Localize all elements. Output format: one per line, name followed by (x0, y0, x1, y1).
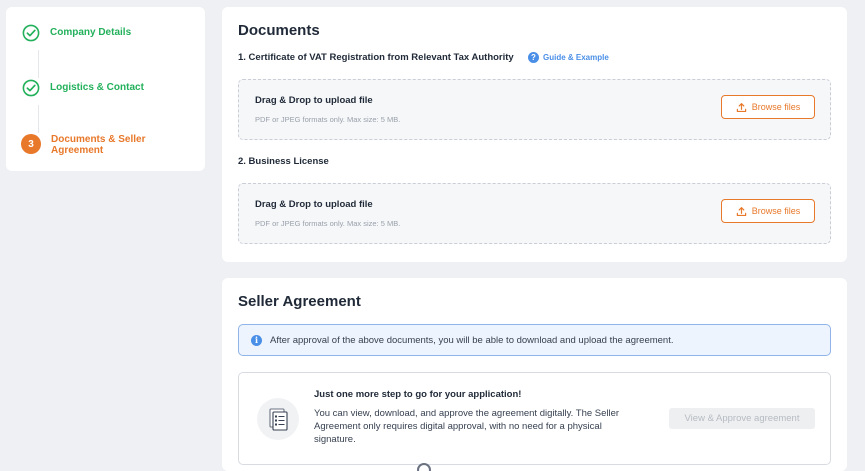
browse-files-button[interactable]: Browse files (721, 95, 815, 119)
browse-files-label: Browse files (751, 206, 801, 216)
step-company-details[interactable]: Company Details (22, 24, 131, 42)
scroll-indicator[interactable] (417, 463, 431, 471)
dropzone-title: Drag & Drop to upload file (255, 95, 373, 106)
dropzone-hint: PDF or JPEG formats only. Max size: 5 MB… (255, 115, 401, 124)
progress-stepper: Company Details Logistics & Contact 3 Do… (6, 7, 205, 171)
step-documents-agreement[interactable]: 3 Documents & Seller Agreement (21, 134, 161, 156)
info-icon: i (251, 334, 262, 346)
browse-files-label: Browse files (751, 102, 801, 112)
step-connector (38, 50, 39, 78)
guide-example-link[interactable]: ? Guide & Example (528, 52, 609, 63)
question-icon: ? (528, 52, 539, 63)
check-circle-icon (22, 79, 40, 97)
agreement-box: Just one more step to go for your applic… (238, 372, 831, 465)
documents-card: Documents 1. Certificate of VAT Registra… (222, 7, 847, 262)
step-number-badge: 3 (21, 134, 41, 154)
agreement-box-title: Just one more step to go for your applic… (314, 389, 522, 400)
document-label-vat: 1. Certificate of VAT Registration from … (238, 52, 514, 63)
dropzone-hint: PDF or JPEG formats only. Max size: 5 MB… (255, 219, 401, 228)
document-list-icon (257, 398, 299, 440)
business-license-upload-dropzone[interactable]: Drag & Drop to upload file PDF or JPEG f… (238, 183, 831, 244)
step-label: Logistics & Contact (50, 82, 144, 93)
seller-agreement-title: Seller Agreement (238, 293, 361, 310)
upload-icon (736, 206, 746, 216)
browse-files-button[interactable]: Browse files (721, 199, 815, 223)
dropzone-title: Drag & Drop to upload file (255, 199, 373, 210)
step-label: Documents & Seller Agreement (51, 134, 146, 156)
seller-agreement-card: Seller Agreement i After approval of the… (222, 278, 847, 471)
info-banner: i After approval of the above documents,… (238, 324, 831, 356)
step-label: Company Details (50, 27, 132, 38)
agreement-box-description: You can view, download, and approve the … (314, 408, 620, 445)
documents-title: Documents (238, 22, 320, 39)
step-logistics-contact[interactable]: Logistics & Contact (22, 79, 144, 97)
check-circle-icon (22, 24, 40, 42)
vat-upload-dropzone[interactable]: Drag & Drop to upload file PDF or JPEG f… (238, 79, 831, 140)
view-approve-agreement-button[interactable]: View & Approve agreement (669, 408, 815, 429)
info-banner-text: After approval of the above documents, y… (270, 334, 674, 346)
upload-icon (736, 102, 746, 112)
guide-example-label: Guide & Example (543, 53, 609, 62)
document-label-business-license: 2. Business License (238, 156, 329, 167)
step-connector (38, 105, 39, 133)
